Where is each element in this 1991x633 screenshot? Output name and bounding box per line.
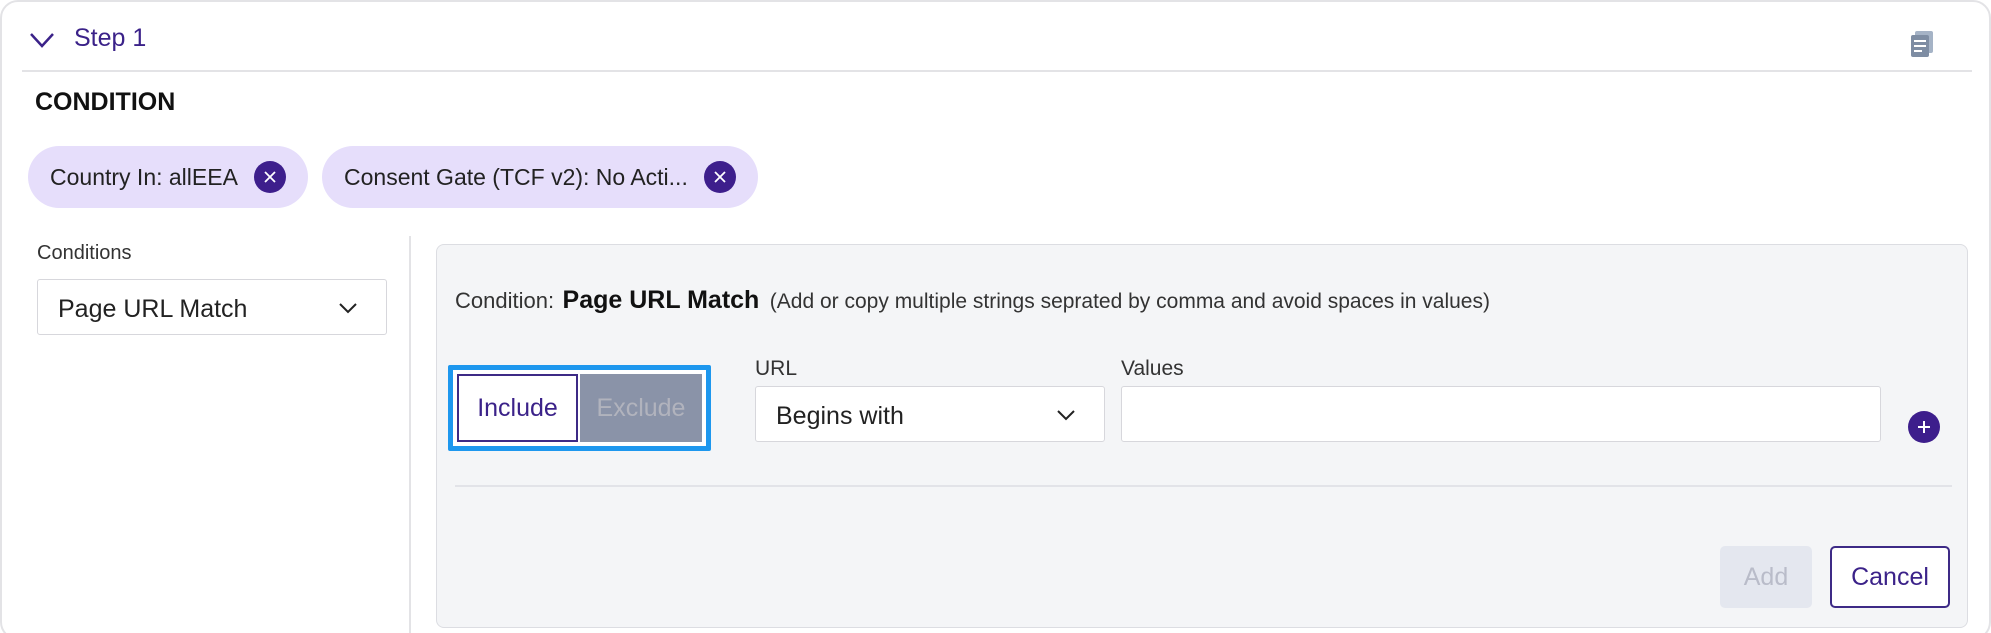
remove-chip-button[interactable] <box>253 161 286 193</box>
chevron-down-icon <box>339 303 357 314</box>
chip-label: Consent Gate (TCF v2): No Acti... <box>344 163 688 190</box>
condition-editor-panel: Condition: Page URL Match (Add or copy m… <box>436 244 1968 628</box>
chevron-down-icon[interactable] <box>28 30 56 50</box>
url-match-select-value: Begins with <box>776 402 904 430</box>
toggle-options: Include Exclude <box>457 374 702 442</box>
conditions-label: Conditions <box>37 242 132 264</box>
url-match-select[interactable]: Begins with <box>755 386 1105 442</box>
close-icon <box>264 171 276 183</box>
remove-chip-button[interactable] <box>703 161 736 193</box>
cancel-button[interactable]: Cancel <box>1830 546 1950 608</box>
close-icon <box>714 171 726 183</box>
conditions-select-value: Page URL Match <box>58 295 248 323</box>
column-divider <box>409 236 411 633</box>
condition-section-title: CONDITION <box>35 88 176 116</box>
url-label: URL <box>755 357 798 380</box>
values-label: Values <box>1121 357 1184 380</box>
conditions-select[interactable]: Page URL Match <box>37 279 387 335</box>
include-button[interactable]: Include <box>457 374 578 442</box>
add-button[interactable]: Add <box>1720 546 1812 608</box>
condition-heading-name: Page URL Match <box>562 286 760 314</box>
condition-chip-country: Country In: allEEA <box>28 146 308 208</box>
condition-heading-prefix: Condition: <box>455 288 555 313</box>
exclude-button[interactable]: Exclude <box>580 374 702 442</box>
document-icon[interactable] <box>1909 30 1935 58</box>
condition-heading: Condition: Page URL Match (Add or copy m… <box>455 286 1490 315</box>
chip-label: Country In: allEEA <box>50 163 238 190</box>
step-title: Step 1 <box>74 24 147 52</box>
step-card: Step 1 CONDITION Country In: allEEA Cons… <box>0 0 1991 633</box>
condition-heading-hint: (Add or copy multiple strings seprated b… <box>769 290 1490 313</box>
include-exclude-toggle: Include Exclude <box>448 365 711 451</box>
panel-divider <box>455 485 1952 487</box>
plus-icon <box>1918 421 1930 433</box>
values-input[interactable] <box>1121 386 1881 442</box>
condition-chip-consent-gate: Consent Gate (TCF v2): No Acti... <box>322 146 758 208</box>
add-value-button[interactable] <box>1908 411 1940 443</box>
chevron-down-icon <box>1057 410 1075 421</box>
step-header[interactable]: Step 1 <box>22 4 1972 72</box>
